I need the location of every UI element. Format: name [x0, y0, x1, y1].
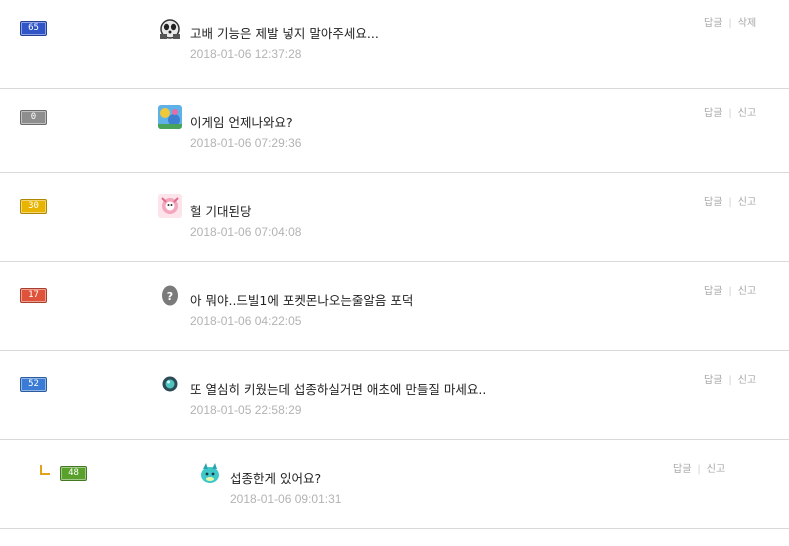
reply-indicator-icon [40, 465, 50, 475]
comment-text: 아 뭐야..드빌1에 포켓몬나오는줄알음 포덕 [190, 293, 414, 308]
comment-timestamp: 2018-01-06 12:37:28 [190, 47, 302, 61]
comment-text: 고배 기능은 제발 넣지 말아주세요... [190, 26, 379, 41]
action-separator: | [697, 464, 701, 475]
level-badge: 48 [60, 466, 87, 481]
comment-actions: 답글 | 신고 [704, 282, 756, 297]
delete-button[interactable]: 삭제 [738, 18, 756, 29]
comment-item: 0 이게임 언제나와요? 2018-01-06 07:29:36 답글 | 신고 [0, 84, 789, 173]
comment-item: 30 헐 기대된당 2018-01-06 07:04:08 답글 | 신고 [0, 173, 789, 262]
report-button[interactable]: 신고 [738, 286, 756, 297]
avatar[interactable] [158, 105, 182, 129]
action-separator: | [728, 108, 732, 119]
reply-comment-item: 48 섭종한게 있어요? 2018-01-06 09:01:31 답글 | 신고 [0, 440, 789, 529]
avatar[interactable] [198, 461, 222, 485]
action-separator: | [728, 375, 732, 386]
comment-text: 헐 기대된당 [190, 204, 252, 219]
report-button[interactable]: 신고 [738, 108, 756, 119]
reply-button[interactable]: 답글 [704, 108, 722, 119]
comment-item: 17 ? 아 뭐야..드빌1에 포켓몬나오는줄알음 포덕 2018-01-06 … [0, 262, 789, 351]
avatar[interactable]: ? [158, 283, 182, 307]
level-badge: 52 [20, 377, 47, 392]
report-button[interactable]: 신고 [707, 464, 725, 475]
comment-actions: 답글 | 신고 [704, 193, 756, 208]
avatar[interactable] [158, 16, 182, 40]
comment-timestamp: 2018-01-06 07:29:36 [190, 136, 302, 150]
comment-actions: 답글 | 신고 [704, 371, 756, 386]
level-badge: 65 [20, 21, 47, 36]
level-badge: 30 [20, 199, 47, 214]
comment-timestamp: 2018-01-05 22:58:29 [190, 403, 302, 417]
report-button[interactable]: 신고 [738, 375, 756, 386]
level-badge: 0 [20, 110, 47, 125]
report-button[interactable]: 신고 [738, 197, 756, 208]
action-separator: | [728, 286, 732, 297]
comment-text: 또 열심히 키웠는데 섭종하실거면 애초에 만들질 마세요.. [190, 382, 487, 397]
comment-timestamp: 2018-01-06 04:22:05 [190, 314, 302, 328]
comment-text: 이게임 언제나와요? [190, 115, 293, 130]
comment-actions: 답글 | 신고 [673, 460, 725, 475]
avatar[interactable] [158, 372, 182, 396]
comment-actions: 답글 | 삭제 [704, 14, 756, 29]
action-separator: | [728, 18, 732, 29]
reply-button[interactable]: 답글 [704, 286, 722, 297]
comment-item: 65 고배 기능은 제발 넣지 말아주세요... 2018-01-06 12:3… [0, 0, 789, 89]
comment-timestamp: 2018-01-06 09:01:31 [230, 492, 342, 506]
avatar[interactable] [158, 194, 182, 218]
reply-button[interactable]: 답글 [673, 464, 691, 475]
svg-text:?: ? [167, 290, 173, 303]
comment-text: 섭종한게 있어요? [230, 471, 322, 486]
level-badge: 17 [20, 288, 47, 303]
comment-timestamp: 2018-01-06 07:04:08 [190, 225, 302, 239]
comment-actions: 답글 | 신고 [704, 104, 756, 119]
reply-button[interactable]: 답글 [704, 197, 722, 208]
comment-item: 52 또 열심히 키웠는데 섭종하실거면 애초에 만들질 마세요.. 2018-… [0, 351, 789, 440]
action-separator: | [728, 197, 732, 208]
reply-button[interactable]: 답글 [704, 18, 722, 29]
reply-button[interactable]: 답글 [704, 375, 722, 386]
